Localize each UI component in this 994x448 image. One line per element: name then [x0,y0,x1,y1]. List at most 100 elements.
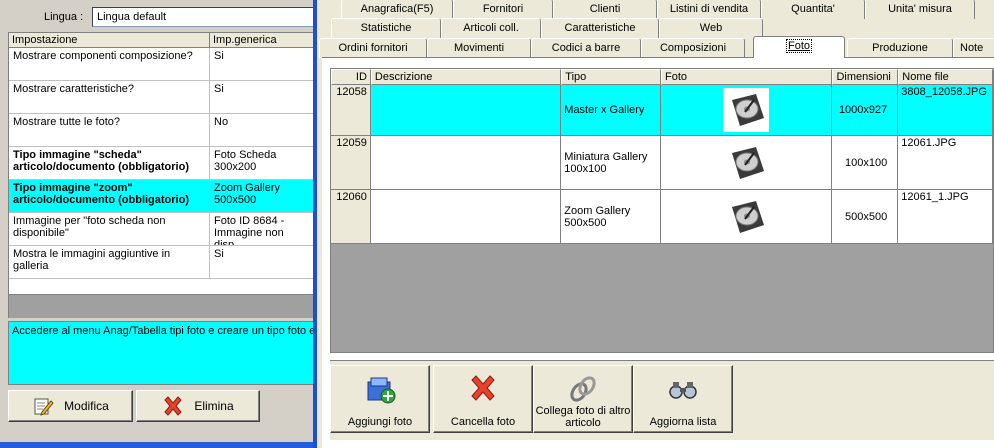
hard-disk-thumbnail [723,194,770,239]
photo-dimensions: 500x500 [832,190,899,243]
article-detail-panel: Anagrafica(F5) Fornitori Clienti Listini… [317,0,994,448]
setting-name: Tipo immagine "scheda" articolo/document… [9,147,210,179]
photo-description [371,136,562,189]
tab-movimenti[interactable]: Movimenti [427,38,531,58]
settings-grid: Impostazione Imp.generica Mostrare compo… [8,32,316,295]
edit-icon [34,398,54,416]
setting-value[interactable]: Zoom Gallery 500x500 [210,180,315,212]
setting-value[interactable]: Si [210,246,315,278]
tab-codici-barre[interactable]: Codici a barre [531,38,641,58]
setting-value[interactable]: Si [210,81,315,113]
photo-row[interactable]: 12060 Zoom Gallery 500x500 500x500 12061… [331,190,993,244]
header-nome-file[interactable]: Nome file [898,69,993,85]
header-foto[interactable]: Foto [661,69,833,85]
delete-label: Elimina [194,399,234,413]
tab-unita-misura[interactable]: Unita' misura [865,0,975,19]
tab-web[interactable]: Web [659,18,763,38]
setting-name: Mostrare tutte le foto? [9,114,210,146]
photo-type: Master x Gallery [561,85,661,135]
delete-x-icon [164,396,182,416]
settings-row[interactable]: Mostra le immagini aggiuntive in galleri… [9,246,315,279]
header-descrizione[interactable]: Descrizione [370,69,562,85]
tab-caratteristiche[interactable]: Caratteristiche [541,18,659,38]
settings-row-selected[interactable]: Tipo immagine "zoom" articolo/documento … [9,180,315,213]
link-photo-button[interactable]: Collega foto di altro articolo [533,365,633,433]
setting-name: Mostra le immagini aggiuntive in galleri… [9,246,210,278]
tab-row-3: Ordini fornitori Movimenti Codici a barr… [317,36,994,58]
header-dimensioni[interactable]: Dimensioni [832,69,899,85]
tab-anagrafica[interactable]: Anagrafica(F5) [341,0,453,19]
tab-clienti[interactable]: Clienti [553,0,657,19]
add-photo-icon [367,377,396,404]
settings-row[interactable]: Mostrare tutte le foto? No [9,114,315,147]
settings-row[interactable]: Mostrare componenti composizione? Si [9,48,315,81]
language-select[interactable]: Lingua default [92,7,314,27]
setting-value[interactable]: Si [210,48,315,80]
tab-row-2: Statistiche Articoli coll. Caratteristic… [317,18,994,38]
refresh-list-button[interactable]: Aggiorna lista [633,365,733,433]
tab-ordini-fornitori[interactable]: Ordini fornitori [319,38,427,58]
photo-id: 12060 [331,190,371,243]
photo-row-selected[interactable]: 12058 Master x Gallery 1000x927 3808_120… [331,85,993,136]
settings-grid-header: Impostazione Imp.generica [9,33,315,48]
tab-quantita[interactable]: Quantita' [761,0,865,19]
delete-photo-button[interactable]: Cancella foto [433,365,533,433]
photo-description [370,85,562,135]
photo-description [371,190,562,243]
photo-thumbnail-cell [661,190,833,243]
photo-grid: ID Descrizione Tipo Foto Dimensioni Nome… [330,68,994,353]
hard-disk-thumbnail [723,140,770,185]
photo-grid-header: ID Descrizione Tipo Foto Dimensioni Nome… [331,69,993,85]
setting-value[interactable]: No [210,114,315,146]
setting-name: Immagine per "foto scheda non disponibil… [9,213,210,245]
edit-button[interactable]: Modifica [8,390,133,422]
hard-disk-icon [732,94,765,126]
setting-name: Mostrare componenti composizione? [9,48,210,80]
tab-articoli-coll[interactable]: Articoli coll. [441,18,541,38]
photo-thumbnail-cell [660,85,833,135]
binoculars-icon [669,382,697,399]
delete-photo-label: Cancella foto [450,416,516,428]
tab-foto[interactable]: Foto [753,36,845,58]
photo-thumbnail-cell [661,136,833,189]
hard-disk-icon [732,146,765,179]
tab-row-1: Anagrafica(F5) Fornitori Clienti Listini… [317,0,994,19]
photo-dimensions: 100x100 [832,136,899,189]
settings-row[interactable]: Immagine per "foto scheda non disponibil… [9,213,315,246]
photo-id: 12058 [331,85,371,135]
add-photo-label: Aggiungi foto [347,416,413,428]
setting-description: Accedere al menu Anag/Tabella tipi foto … [8,321,316,385]
tab-listini[interactable]: Listini di vendita [657,0,761,19]
photo-type: Zoom Gallery 500x500 [561,190,661,243]
settings-row[interactable]: Tipo immagine "scheda" articolo/document… [9,147,315,180]
tab-composizioni[interactable]: Composizioni [641,38,745,58]
photo-action-bar: Aggiungi foto Cancella foto Collega foto… [330,360,994,440]
foto-tab-content: ID Descrizione Tipo Foto Dimensioni Nome… [322,57,994,448]
setting-value[interactable]: Foto Scheda 300x200 [210,147,315,179]
header-id[interactable]: ID [331,69,371,85]
language-row: Lingua : Lingua default [0,6,316,28]
hard-disk-thumbnail [723,88,770,132]
tab-statistiche[interactable]: Statistiche [331,18,441,38]
tab-note[interactable]: Note [953,38,994,58]
chain-link-icon [570,376,596,402]
header-value[interactable]: Imp.generica [210,33,315,47]
language-label: Lingua : [44,11,84,23]
photo-dimensions: 1000x927 [832,85,899,135]
delete-x-icon [471,375,495,401]
tab-fornitori[interactable]: Fornitori [453,0,553,19]
tab-produzione[interactable]: Produzione [847,38,953,58]
grid-empty-area [8,295,316,318]
header-setting[interactable]: Impostazione [9,33,210,47]
photo-filename: 3808_12058.JPG [898,85,993,135]
photo-filename: 12061_1.JPG [898,190,993,243]
link-photo-label: Collega foto di altro articolo [535,405,631,429]
settings-row[interactable]: Mostrare caratteristiche? Si [9,81,315,114]
delete-button[interactable]: Elimina [136,390,260,422]
setting-value[interactable]: Foto ID 8684 - Immagine non disp... [210,213,315,245]
photo-row[interactable]: 12059 Miniatura Gallery 100x100 100x100 … [331,136,993,190]
header-tipo[interactable]: Tipo [561,69,661,85]
add-photo-button[interactable]: Aggiungi foto [330,365,430,433]
hard-disk-icon [732,200,765,233]
window-border [0,442,316,448]
